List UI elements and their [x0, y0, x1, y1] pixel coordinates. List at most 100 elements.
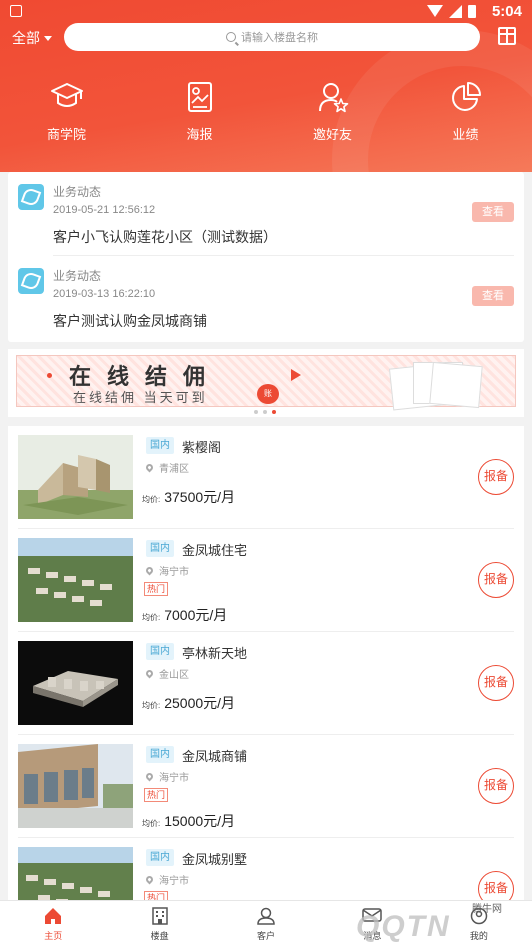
property-image	[18, 435, 133, 519]
view-button[interactable]: 查看	[472, 202, 514, 222]
wifi-icon	[427, 5, 443, 17]
property-image	[18, 641, 133, 725]
app-logo-icon	[18, 268, 44, 294]
property-name: 金凤城别墅	[182, 852, 248, 867]
property-item[interactable]: 国内 亭林新天地 金山区 均价: 25000元/月 报备	[8, 632, 524, 735]
search-icon	[226, 32, 236, 42]
property-location: 海宁市	[144, 563, 189, 578]
price-label: 均价:	[142, 495, 161, 504]
search-placeholder: 请输入楼盘名称	[241, 32, 318, 44]
quick-link-business-school[interactable]: 商学院	[0, 80, 133, 143]
quick-links: 商学院 海报 邀好友 业绩	[0, 80, 532, 143]
news-type: 业务动态	[53, 269, 102, 283]
play-arrow-icon	[291, 369, 301, 381]
location-pin-icon	[144, 668, 155, 679]
property-name: 金凤城商铺	[182, 749, 248, 764]
city-label: 全部	[12, 30, 40, 46]
region-tag: 国内	[146, 643, 174, 660]
building-icon	[151, 906, 168, 926]
tab-label: 客户	[257, 931, 276, 941]
property-name: 亭林新天地	[182, 646, 248, 661]
price-value: 37500元/月	[164, 489, 236, 505]
view-button[interactable]: 查看	[472, 286, 514, 306]
location-text: 海宁市	[159, 773, 189, 784]
banner-stamp: 账	[257, 384, 279, 404]
tab-label: 主页	[44, 931, 63, 941]
city-selector[interactable]: 全部	[12, 28, 52, 48]
property-location: 金山区	[144, 666, 189, 681]
property-location: 海宁市	[144, 872, 189, 887]
tab-home[interactable]: 主页	[0, 901, 106, 944]
region-tag: 国内	[146, 849, 174, 866]
search-input[interactable]: 请输入楼盘名称	[64, 23, 480, 51]
location-text: 海宁市	[159, 876, 189, 887]
region-tag: 国内	[146, 437, 174, 454]
quick-link-poster[interactable]: 海报	[133, 80, 266, 143]
tab-customers[interactable]: 客户	[213, 901, 319, 944]
news-content: 客户小飞认购莲花小区（测试数据）	[53, 229, 277, 245]
property-image	[18, 744, 133, 828]
price-value: 15000元/月	[164, 813, 236, 829]
banner-subtitle: 在线结佣 当天可到	[73, 390, 208, 405]
region-tag: 国内	[146, 746, 174, 763]
price-label: 均价:	[142, 819, 161, 828]
watermark: 腾牛网 QQTN	[332, 880, 532, 944]
carousel-dot[interactable]	[263, 410, 267, 414]
location-pin-icon	[144, 874, 155, 885]
quick-link-performance[interactable]: 业绩	[399, 80, 532, 143]
location-pin-icon	[144, 565, 155, 576]
location-text: 海宁市	[159, 567, 189, 578]
poster-icon	[187, 80, 213, 114]
battery-icon	[468, 5, 476, 18]
news-feed: 业务动态 2019-05-21 12:56:12 客户小飞认购莲花小区（测试数据…	[8, 172, 524, 342]
customer-icon	[256, 906, 276, 926]
news-item[interactable]: 业务动态 2019-05-21 12:56:12 客户小飞认购莲花小区（测试数据…	[8, 172, 524, 256]
report-button[interactable]: 报备	[478, 665, 514, 701]
price-value: 7000元/月	[164, 607, 228, 623]
news-content: 客户测试认购金凤城商铺	[53, 313, 207, 329]
news-time: 2019-05-21 12:56:12	[53, 204, 156, 216]
quick-link-invite[interactable]: 邀好友	[266, 80, 399, 143]
property-location: 青浦区	[144, 460, 189, 475]
location-text: 青浦区	[159, 464, 189, 475]
quick-link-label: 邀好友	[312, 127, 352, 142]
gift-icon[interactable]	[498, 27, 516, 45]
banner-image: 在线结佣 在线结佣 当天可到 账	[16, 355, 516, 411]
invite-friend-icon	[317, 80, 349, 114]
property-name: 紫樱阁	[182, 440, 222, 455]
region-tag: 国内	[146, 540, 174, 557]
notification-icon	[10, 5, 22, 17]
property-image	[18, 538, 133, 622]
report-button[interactable]: 报备	[478, 768, 514, 804]
banner-dot	[47, 373, 52, 378]
quick-link-label: 海报	[186, 127, 213, 142]
header: 5:04 全部 请输入楼盘名称 商学院 海报 邀好友 业绩	[0, 0, 532, 172]
property-price: 均价: 37500元/月	[142, 487, 235, 507]
home-icon	[44, 906, 62, 926]
news-time: 2019-03-13 16:22:10	[53, 288, 156, 300]
carousel-dot-active[interactable]	[272, 410, 276, 414]
property-location: 海宁市	[144, 769, 189, 784]
property-price: 均价: 15000元/月	[142, 811, 235, 831]
hot-badge: 热门	[144, 788, 169, 802]
promo-banner[interactable]: 在线结佣 在线结佣 当天可到 账	[8, 349, 524, 417]
property-item[interactable]: 国内 紫樱阁 青浦区 均价: 37500元/月 报备	[8, 426, 524, 529]
caret-down-icon	[44, 35, 52, 41]
carousel-indicator	[254, 410, 276, 414]
status-time: 5:04	[491, 3, 522, 20]
pie-chart-icon	[450, 80, 482, 114]
location-text: 金山区	[159, 670, 189, 681]
property-item[interactable]: 国内 金凤城住宅 海宁市 热门 均价: 7000元/月 报备	[8, 529, 524, 632]
news-type: 业务动态	[53, 185, 102, 199]
watermark-text: 腾牛网	[472, 904, 502, 915]
report-button[interactable]: 报备	[478, 459, 514, 495]
price-label: 均价:	[142, 613, 161, 622]
news-item[interactable]: 业务动态 2019-03-13 16:22:10 客户测试认购金凤城商铺 查看	[8, 256, 524, 340]
property-list: 国内 紫樱阁 青浦区 均价: 37500元/月 报备 国内 金凤城住宅 海宁市 热…	[8, 426, 524, 906]
carousel-dot[interactable]	[254, 410, 258, 414]
documents-illustration	[388, 360, 483, 411]
report-button[interactable]: 报备	[478, 562, 514, 598]
tab-properties[interactable]: 楼盘	[106, 901, 212, 944]
tab-label: 楼盘	[150, 931, 169, 941]
property-item[interactable]: 国内 金凤城商铺 海宁市 热门 均价: 15000元/月 报备	[8, 735, 524, 838]
